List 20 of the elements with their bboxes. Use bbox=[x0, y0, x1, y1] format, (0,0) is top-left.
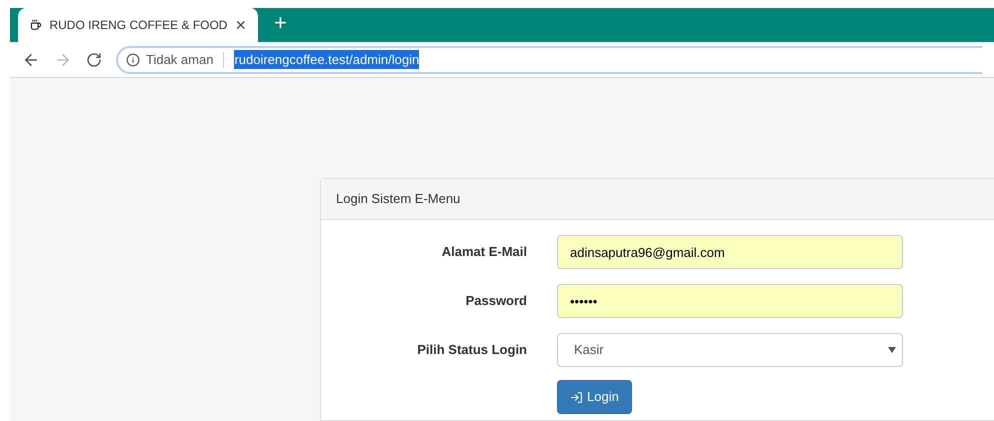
reload-icon[interactable] bbox=[86, 52, 102, 68]
login-button[interactable]: Login bbox=[557, 380, 632, 414]
input-field[interactable]: adinsaputra96@gmail.com bbox=[557, 235, 903, 269]
security-label: Tidak aman bbox=[146, 50, 214, 69]
dropdown-caret-icon bbox=[888, 347, 896, 353]
status-select[interactable]: Kasir bbox=[557, 333, 903, 367]
browser-tab[interactable]: RUDO IRENG COFFEE & FOOD × bbox=[18, 8, 258, 42]
coffee-icon bbox=[30, 17, 42, 33]
field-label: Alamat E-Mail bbox=[440, 243, 528, 262]
tab-title: RUDO IRENG COFFEE & FOOD bbox=[49, 17, 228, 34]
sign-in-icon bbox=[570, 390, 583, 404]
url-text: rudoirengcoffee.test/admin/login bbox=[234, 50, 420, 70]
info-icon bbox=[126, 52, 140, 66]
field-label: Pilih Status Login bbox=[416, 341, 528, 360]
address-bar[interactable]: Tidak aman rudoirengcoffee.test/admin/login bbox=[116, 46, 982, 74]
new-tab-button[interactable]: + bbox=[274, 12, 287, 34]
close-button[interactable]: × bbox=[235, 16, 246, 34]
input-field[interactable]: •••••• bbox=[557, 284, 903, 318]
panel-title: Login Sistem E-Menu bbox=[336, 190, 460, 208]
field-label: Password bbox=[464, 292, 528, 310]
